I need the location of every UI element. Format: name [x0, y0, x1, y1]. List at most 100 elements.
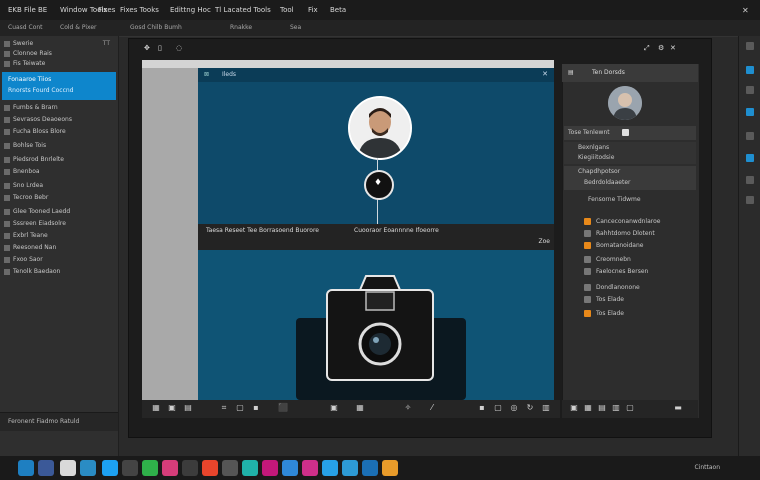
tool-icon-active[interactable]: [746, 108, 754, 116]
tool-icon[interactable]: [746, 42, 754, 50]
left-item[interactable]: Piedsrod Bnrlelte: [4, 156, 114, 168]
app-icon[interactable]: [38, 460, 54, 476]
app-icon[interactable]: [362, 460, 378, 476]
layers-icon[interactable]: ▤: [184, 404, 192, 412]
app-icon[interactable]: [382, 460, 398, 476]
delete-icon[interactable]: ▪: [478, 404, 486, 412]
left-item[interactable]: Glee Tooned Laedd: [4, 208, 114, 220]
right-row-label[interactable]: Faelocnes Bersen: [596, 268, 648, 275]
frame-icon[interactable]: ▢: [236, 404, 244, 412]
link-icon[interactable]: ▤: [598, 404, 606, 412]
brush-icon[interactable]: ⁄: [428, 404, 436, 412]
history-icon[interactable]: ▦: [356, 404, 364, 412]
adjust-icon[interactable]: ▥: [542, 404, 550, 412]
option-4[interactable]: Rnakke: [230, 24, 252, 31]
left-item[interactable]: Bnenboa: [4, 168, 114, 180]
group-icon[interactable]: ▦: [584, 404, 592, 412]
menu-fix[interactable]: Fix: [308, 6, 318, 14]
option-5[interactable]: Sea: [290, 24, 301, 31]
left-item[interactable]: Bohlse Tois: [4, 142, 114, 154]
option-2[interactable]: Cold & Pixer: [60, 24, 97, 31]
app-icon[interactable]: [60, 460, 76, 476]
app-icon[interactable]: [242, 460, 258, 476]
app-icon[interactable]: [142, 460, 158, 476]
close-doc-icon[interactable]: ✕: [670, 44, 676, 52]
left-item[interactable]: Exbrl Teane: [4, 232, 114, 244]
left-item[interactable]: Fis Teiwate: [4, 60, 114, 72]
left-item[interactable]: Tecroo Bebr: [4, 194, 114, 206]
trash-icon[interactable]: ▬: [674, 404, 682, 412]
right-row-label[interactable]: Rahhtdomo Dlotent: [596, 230, 655, 237]
snapshot-icon[interactable]: ▣: [330, 404, 338, 412]
crop-icon[interactable]: ⌗: [220, 404, 228, 412]
right-row-group[interactable]: Chapdhpotsor Bedrdoldaaeter: [564, 166, 696, 190]
right-row-group[interactable]: Bexnlgans Kiegiiitodsie: [564, 142, 696, 164]
camera-object[interactable]: [326, 274, 434, 382]
menu-located-tools[interactable]: Tl Lacated Tools: [215, 6, 271, 14]
grid-icon[interactable]: ▦: [152, 404, 160, 412]
tool-icon-active[interactable]: [746, 66, 754, 74]
wand-icon[interactable]: ✧: [404, 404, 412, 412]
right-row-label[interactable]: Fensorne Tidwme: [588, 196, 641, 203]
canvas-close-icon[interactable]: ✕: [542, 70, 548, 78]
fill-icon[interactable]: ▪: [252, 404, 260, 412]
app-icon[interactable]: [322, 460, 338, 476]
app-icon[interactable]: [282, 460, 298, 476]
anchor-node[interactable]: ♦: [364, 170, 394, 200]
app-icon[interactable]: [182, 460, 198, 476]
tool-icon-active[interactable]: [746, 154, 754, 162]
image-icon[interactable]: ▣: [168, 404, 176, 412]
left-item[interactable]: Reesoned Nan: [4, 244, 114, 256]
finder-icon[interactable]: [18, 460, 34, 476]
app-icon[interactable]: [162, 460, 178, 476]
app-icon[interactable]: [342, 460, 358, 476]
app-icon[interactable]: [80, 460, 96, 476]
right-avatar[interactable]: [608, 86, 642, 120]
menu-beta[interactable]: Beta: [330, 6, 346, 14]
left-item[interactable]: Fxoo Saor: [4, 256, 114, 268]
tool-icon[interactable]: [746, 132, 754, 140]
menu-file[interactable]: EKB File BE: [8, 6, 47, 14]
mask-icon[interactable]: ▢: [494, 404, 502, 412]
app-icon[interactable]: [262, 460, 278, 476]
tool-icon[interactable]: [746, 86, 754, 94]
mask-layer-icon[interactable]: ▢: [626, 404, 634, 412]
app-icon[interactable]: [122, 460, 138, 476]
menu-tool[interactable]: Tool: [280, 6, 294, 14]
right-row-label[interactable]: Canceconanwdnlaroe: [596, 218, 660, 225]
target-icon[interactable]: ◎: [510, 404, 518, 412]
left-item[interactable]: Fucha Bloss Blore: [4, 128, 114, 140]
tool-icon[interactable]: [746, 176, 754, 184]
fx-icon[interactable]: ▥: [612, 404, 620, 412]
transform-icon[interactable]: ⬛: [278, 404, 288, 412]
app-icon[interactable]: [202, 460, 218, 476]
right-row-label[interactable]: Tos Elade: [596, 296, 624, 303]
new-layer-icon[interactable]: ▣: [570, 404, 578, 412]
close-icon[interactable]: ✕: [742, 6, 749, 15]
menu-fixes[interactable]: Fixes: [98, 6, 115, 14]
tool-icon[interactable]: [746, 196, 754, 204]
menu-fixes-tools[interactable]: Fixes Tooks: [120, 6, 159, 14]
app-icon[interactable]: [302, 460, 318, 476]
rotate-icon[interactable]: ↻: [526, 404, 534, 412]
right-row-label[interactable]: Bomatanoidane: [596, 242, 643, 249]
left-item[interactable]: Sssreen Eiadsolre: [4, 220, 114, 232]
left-item[interactable]: Tenolk Baedaon: [4, 268, 114, 280]
option-1[interactable]: Cuasd Cont: [8, 24, 43, 31]
marquee-icon[interactable]: ▯: [158, 44, 162, 52]
right-row-label[interactable]: Dondlanonone: [596, 284, 640, 291]
settings-icon[interactable]: ⚙: [658, 44, 664, 52]
option-3[interactable]: Gosd Chilb Bumh: [130, 24, 182, 31]
app-icon[interactable]: [102, 460, 118, 476]
fullscreen-icon[interactable]: ⤢: [644, 44, 650, 53]
profile-avatar[interactable]: [348, 96, 412, 160]
move-icon[interactable]: ✥: [144, 44, 150, 52]
right-row-label[interactable]: Creomnebn: [596, 256, 631, 263]
app-icon[interactable]: [222, 460, 238, 476]
left-item[interactable]: Sno Lrdea: [4, 182, 114, 194]
left-item[interactable]: Sevrasos Deaoeons: [4, 116, 114, 128]
left-item-selected[interactable]: Fonaaroe Tiios Rnorsts Fourd Coccnd: [2, 72, 116, 100]
right-row-label-dup[interactable]: Tos Elade: [596, 310, 624, 317]
zoom-label[interactable]: Zoe: [539, 238, 550, 245]
lasso-icon[interactable]: ◌: [176, 44, 182, 52]
